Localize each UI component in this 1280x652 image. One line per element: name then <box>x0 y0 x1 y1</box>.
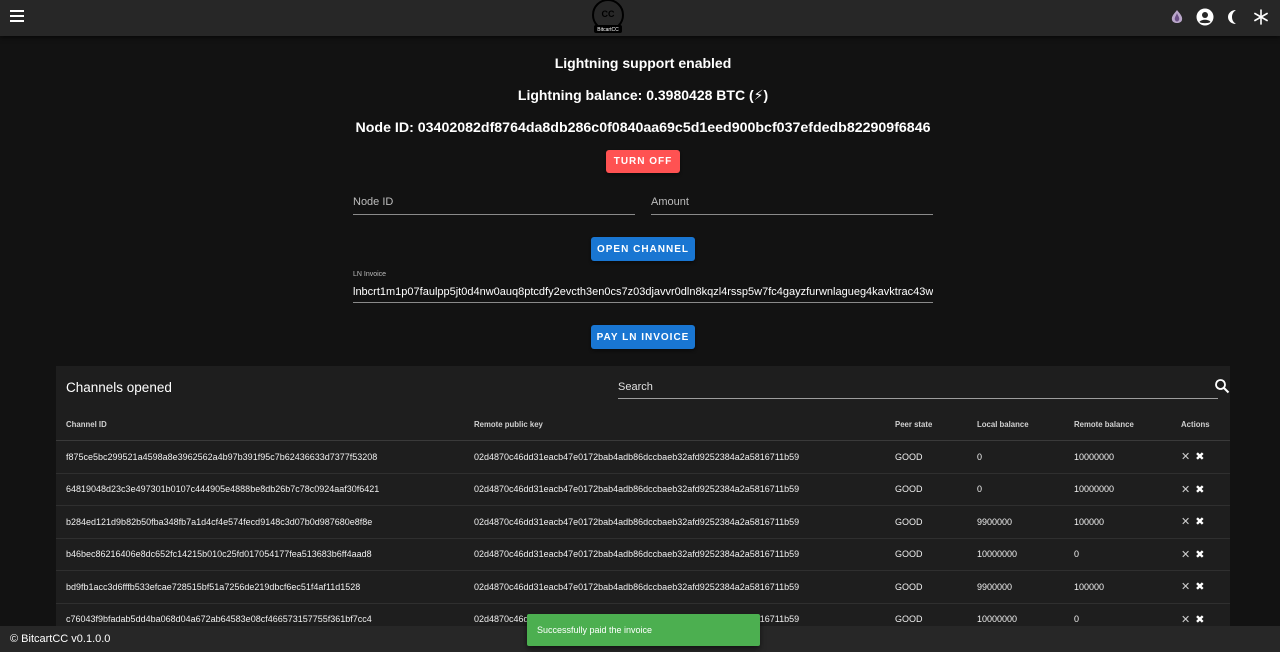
ln-invoice-field[interactable]: LN Invoice lnbcrt1m1p07faulpp5jt0d4nw0au… <box>353 271 933 303</box>
remote-pubkey-cell: 02d4870c46dd31eacb47e0172bab4adb86dccbae… <box>464 570 885 604</box>
account-circle-icon[interactable] <box>1194 6 1216 28</box>
table-row: b46bec86216406e8dc652fc14215b010c25fd017… <box>56 538 1230 571</box>
column-header[interactable]: Channel ID <box>56 408 464 441</box>
column-header[interactable]: Local balance <box>967 408 1064 441</box>
remote-balance-cell: 100000 <box>1064 570 1171 604</box>
column-header[interactable]: Remote public key <box>464 408 885 441</box>
local-balance-cell: 10000000 <box>967 538 1064 571</box>
remote-balance-cell: 100000 <box>1064 505 1171 539</box>
remote-balance-cell: 0 <box>1064 538 1171 571</box>
table-row: bd9fb1acc3d6fffb533efcae728515bf51a7256d… <box>56 570 1230 604</box>
amount-placeholder: Amount <box>651 196 689 208</box>
force-close-channel-icon[interactable]: ✖ <box>1195 515 1204 528</box>
actions-cell: ✕ ✖ <box>1171 538 1230 571</box>
close-channel-icon[interactable]: ✕ <box>1181 450 1190 463</box>
actions-cell: ✕ ✖ <box>1171 473 1230 506</box>
column-header[interactable]: Peer state <box>885 408 967 441</box>
remote-pubkey-cell: 02d4870c46dd31eacb47e0172bab4adb86dccbae… <box>464 440 885 474</box>
lightning-status: Lightning support enabled <box>554 55 732 71</box>
force-close-channel-icon[interactable]: ✖ <box>1195 450 1204 463</box>
local-balance-cell: 0 <box>967 473 1064 506</box>
menu-icon[interactable] <box>10 10 24 24</box>
node-id-placeholder: Node ID <box>353 196 394 208</box>
close-channel-icon[interactable]: ✕ <box>1181 613 1190 626</box>
channels-title: Channels opened <box>66 380 172 395</box>
close-channel-icon[interactable]: ✕ <box>1181 515 1190 528</box>
search-placeholder: Search <box>618 381 653 393</box>
remote-pubkey-cell: 02d4870c46dd31eacb47e0172bab4adb86dccbae… <box>464 505 885 539</box>
settings-snowflake-icon[interactable] <box>1250 6 1272 28</box>
remote-balance-cell: 10000000 <box>1064 440 1171 474</box>
turn-off-button[interactable]: TURN OFF <box>606 150 680 173</box>
actions-cell: ✕ ✖ <box>1171 570 1230 604</box>
force-close-channel-icon[interactable]: ✖ <box>1195 548 1204 561</box>
search-icon[interactable] <box>1214 378 1230 394</box>
remote-pubkey-cell: 02d4870c46dd31eacb47e0172bab4adb86dccbae… <box>464 538 885 571</box>
column-header: Actions <box>1171 408 1230 441</box>
table-row: 64819048d23c3e497301b0107c444905e4888be8… <box>56 473 1230 506</box>
remote-balance-cell: 10000000 <box>1064 473 1171 506</box>
channel-id-cell: bd9fb1acc3d6fffb533efcae728515bf51a7256d… <box>56 570 464 604</box>
channels-table: Channel ID Remote public key Peer state … <box>56 408 1230 636</box>
column-header[interactable]: Remote balance <box>1064 408 1171 441</box>
success-snackbar: Successfully paid the invoice <box>527 614 760 646</box>
local-balance-cell: 0 <box>967 440 1064 474</box>
channels-card: Channels opened Search Channel ID Remote… <box>56 366 1230 636</box>
open-channel-button[interactable]: OPEN CHANNEL <box>591 237 695 261</box>
close-channel-icon[interactable]: ✕ <box>1181 580 1190 593</box>
peer-state-cell: GOOD <box>885 505 967 539</box>
table-header-row: Channel ID Remote public key Peer state … <box>56 408 1230 441</box>
peer-state-cell: GOOD <box>885 473 967 506</box>
local-balance-cell: 9900000 <box>967 570 1064 604</box>
ln-invoice-label: LN Invoice <box>353 271 387 278</box>
force-close-channel-icon[interactable]: ✖ <box>1195 483 1204 496</box>
force-close-channel-icon[interactable]: ✖ <box>1195 580 1204 593</box>
node-id-field[interactable]: Node ID <box>353 188 635 215</box>
svg-text:CC: CC <box>602 9 615 19</box>
close-channel-icon[interactable]: ✕ <box>1181 548 1190 561</box>
channel-id-cell: 64819048d23c3e497301b0107c444905e4888be8… <box>56 473 464 506</box>
peer-state-cell: GOOD <box>885 570 967 604</box>
channels-search-input[interactable]: Search <box>618 374 1230 399</box>
remote-pubkey-cell: 02d4870c46dd31eacb47e0172bab4adb86dccbae… <box>464 473 885 506</box>
actions-cell: ✕ ✖ <box>1171 440 1230 474</box>
table-row: b284ed121d9b82b50fba348fb7a1d4cf4e574fec… <box>56 505 1230 539</box>
pay-ln-invoice-button[interactable]: PAY LN INVOICE <box>591 325 695 349</box>
close-channel-icon[interactable]: ✕ <box>1181 483 1190 496</box>
bitcartcc-logo[interactable]: CC BitcartCC <box>588 0 628 36</box>
ln-invoice-value: lnbcrt1m1p07faulpp5jt0d4nw0auq8ptcdfy2ev… <box>353 286 933 298</box>
app-bar: CC BitcartCC <box>0 0 1280 36</box>
amount-field[interactable]: Amount <box>651 188 933 215</box>
force-close-channel-icon[interactable]: ✖ <box>1195 613 1204 626</box>
local-balance-cell: 9900000 <box>967 505 1064 539</box>
actions-cell: ✕ ✖ <box>1171 505 1230 539</box>
channel-id-cell: b284ed121d9b82b50fba348fb7a1d4cf4e574fec… <box>56 505 464 539</box>
dark-mode-moon-icon[interactable] <box>1222 6 1244 28</box>
peer-state-cell: GOOD <box>885 538 967 571</box>
channel-id-cell: b46bec86216406e8dc652fc14215b010c25fd017… <box>56 538 464 571</box>
table-row: f875ce5bc299521a4598a8e3962562a4b97b391f… <box>56 440 1230 474</box>
tor-onion-icon[interactable] <box>1166 6 1188 28</box>
node-id-text: Node ID: 03402082df8764da8db286c0f0840aa… <box>355 120 931 136</box>
peer-state-cell: GOOD <box>885 440 967 474</box>
logo-text: BitcartCC <box>597 27 619 33</box>
channel-id-cell: f875ce5bc299521a4598a8e3962562a4b97b391f… <box>56 440 464 474</box>
lightning-balance: Lightning balance: 0.3980428 BTC (⚡) <box>517 87 769 103</box>
